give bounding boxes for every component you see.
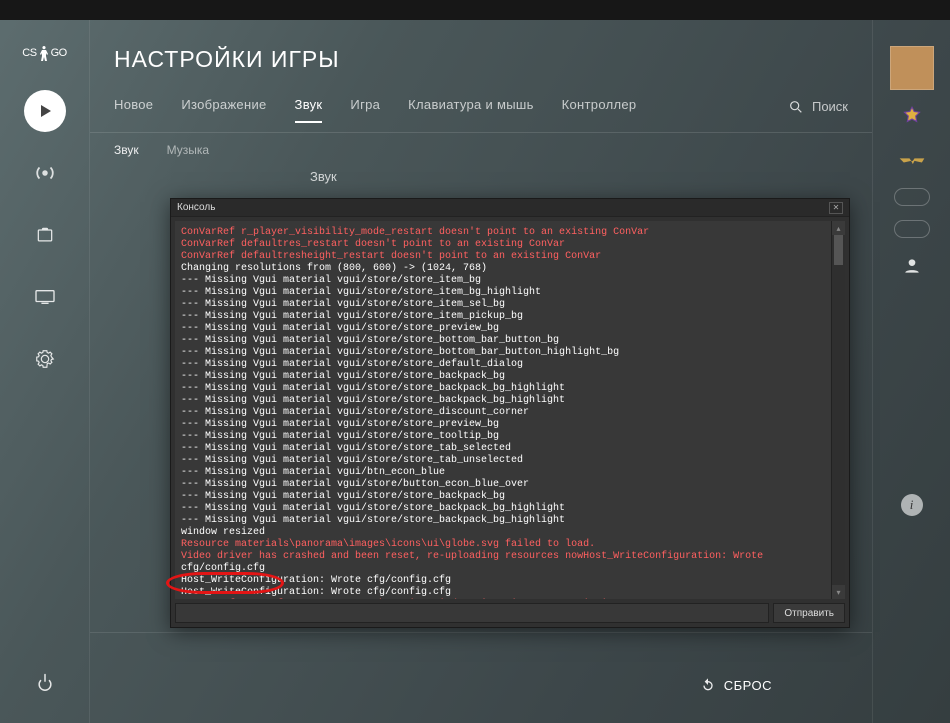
- console-line: --- Missing Vgui material vgui/store/sto…: [181, 287, 839, 299]
- console-input[interactable]: [175, 603, 769, 623]
- broadcast-icon: [34, 162, 56, 184]
- left-rail: CS GO: [0, 20, 90, 723]
- scroll-track[interactable]: [834, 235, 843, 585]
- nav-watch-button[interactable]: [24, 276, 66, 318]
- page-title: НАСТРОЙКИ ИГРЫ: [90, 20, 872, 91]
- console-line: --- Missing Vgui material vgui/store/sto…: [181, 395, 839, 407]
- console-line: --- Missing Vgui material vgui/store/sto…: [181, 419, 839, 431]
- rank-badge-icon[interactable]: [898, 104, 926, 132]
- profile-icon[interactable]: [898, 252, 926, 280]
- tab-controller[interactable]: Контроллер: [562, 91, 637, 122]
- console-line: --- Missing Vgui material vgui/store/sto…: [181, 371, 839, 383]
- tab-keyboard[interactable]: Клавиатура и мышь: [408, 91, 533, 122]
- search-button[interactable]: Поиск: [788, 99, 848, 115]
- section-heading: Звук: [90, 163, 872, 184]
- console-line: ConVarRef r_player_visibility_mode_resta…: [181, 227, 839, 239]
- status-pill-2[interactable]: [894, 220, 930, 238]
- info-button[interactable]: i: [901, 494, 923, 516]
- console-line: --- Missing Vgui material vgui/store/sto…: [181, 347, 839, 359]
- console-body: ConVarRef r_player_visibility_mode_resta…: [175, 221, 845, 599]
- logo-right: GO: [51, 47, 67, 59]
- nav-inventory-button[interactable]: [24, 214, 66, 256]
- guns-icon[interactable]: [898, 146, 926, 174]
- console-line: Video driver has crashed and been reset,…: [181, 551, 839, 563]
- console-output[interactable]: ConVarRef r_player_visibility_mode_resta…: [175, 221, 845, 599]
- status-pill-1[interactable]: [894, 188, 930, 206]
- console-line: --- Missing Vgui material vgui/store/sto…: [181, 383, 839, 395]
- console-line: cfg/config.cfg: [181, 563, 839, 575]
- console-line: ConVarRef defaultresheight_restart doesn…: [181, 251, 839, 263]
- console-line: Host_WriteConfiguration: Wrote cfg/confi…: [181, 587, 839, 599]
- console-line: ConVarRef defaultres_restart doesn't poi…: [181, 239, 839, 251]
- gear-icon: [34, 348, 56, 370]
- scroll-up-button[interactable]: ▴: [832, 221, 845, 235]
- nav-broadcast-button[interactable]: [24, 152, 66, 194]
- console-titlebar[interactable]: Консоль ✕: [171, 199, 849, 217]
- console-submit-button[interactable]: Отправить: [773, 603, 845, 623]
- console-line: Changing resolutions from (800, 600) -> …: [181, 263, 839, 275]
- console-line: window resized: [181, 527, 839, 539]
- tab-game[interactable]: Игра: [350, 91, 380, 122]
- console-line: --- Missing Vgui material vgui/store/but…: [181, 479, 839, 491]
- logo-left: CS: [22, 47, 36, 59]
- console-line: Host_WriteConfiguration: Wrote cfg/confi…: [181, 575, 839, 587]
- game-logo: CS GO: [22, 44, 66, 62]
- console-line: --- Missing Vgui material vgui/store/sto…: [181, 443, 839, 455]
- console-scrollbar[interactable]: ▴ ▾: [831, 221, 845, 599]
- subtab-sound[interactable]: Звук: [114, 143, 139, 157]
- console-line: Resource materials\panorama\images\icons…: [181, 539, 839, 551]
- console-line: --- Missing Vgui material vgui/store/sto…: [181, 491, 839, 503]
- right-rail: i: [872, 20, 950, 723]
- console-close-button[interactable]: ✕: [829, 202, 843, 214]
- nav-play-button[interactable]: [24, 90, 66, 132]
- console-line: --- Missing Vgui material vgui/store/sto…: [181, 275, 839, 287]
- subtabs-row: Звук Музыка: [90, 133, 872, 163]
- console-title: Консоль: [177, 202, 215, 213]
- nav-settings-button[interactable]: [24, 338, 66, 380]
- console-line: --- Missing Vgui material vgui/store/sto…: [181, 335, 839, 347]
- console-line: --- Missing Vgui material vgui/store/sto…: [181, 311, 839, 323]
- power-icon: [35, 672, 55, 692]
- reset-icon: [700, 677, 716, 693]
- subtab-music[interactable]: Музыка: [167, 143, 209, 157]
- tv-icon: [34, 288, 56, 306]
- logo-figure-icon: [38, 44, 50, 62]
- tab-video[interactable]: Изображение: [181, 91, 266, 122]
- window-topbar: [0, 0, 950, 20]
- console-line: --- Missing Vgui material vgui/btn_econ_…: [181, 467, 839, 479]
- tabs-row: Новое Изображение Звук Игра Клавиатура и…: [90, 91, 872, 133]
- console-line: --- Missing Vgui material vgui/store/sto…: [181, 515, 839, 527]
- tab-audio[interactable]: Звук: [295, 91, 323, 122]
- console-window: Консоль ✕ ConVarRef r_player_visibility_…: [170, 198, 850, 628]
- search-icon: [788, 99, 804, 115]
- tab-new[interactable]: Новое: [114, 91, 153, 122]
- console-line: --- Missing Vgui material vgui/store/sto…: [181, 407, 839, 419]
- play-icon: [37, 103, 53, 119]
- console-line: --- Missing Vgui material vgui/store/sto…: [181, 431, 839, 443]
- console-line: --- Missing Vgui material vgui/store/sto…: [181, 359, 839, 371]
- reset-label: СБРОС: [724, 678, 772, 693]
- briefcase-icon: [35, 225, 55, 245]
- search-label: Поиск: [812, 99, 848, 114]
- console-line: --- Missing Vgui material vgui/store/sto…: [181, 455, 839, 467]
- divider: [90, 632, 872, 633]
- avatar[interactable]: [890, 46, 934, 90]
- scroll-down-button[interactable]: ▾: [832, 585, 845, 599]
- console-line: --- Missing Vgui material vgui/store/sto…: [181, 503, 839, 515]
- reset-button[interactable]: СБРОС: [700, 677, 772, 693]
- console-line: --- Missing Vgui material vgui/store/sto…: [181, 299, 839, 311]
- console-line: --- Missing Vgui material vgui/store/sto…: [181, 323, 839, 335]
- console-footer: Отправить: [171, 603, 849, 627]
- close-icon: ✕: [833, 203, 840, 212]
- scroll-thumb[interactable]: [834, 235, 843, 265]
- nav-power-button[interactable]: [24, 661, 66, 703]
